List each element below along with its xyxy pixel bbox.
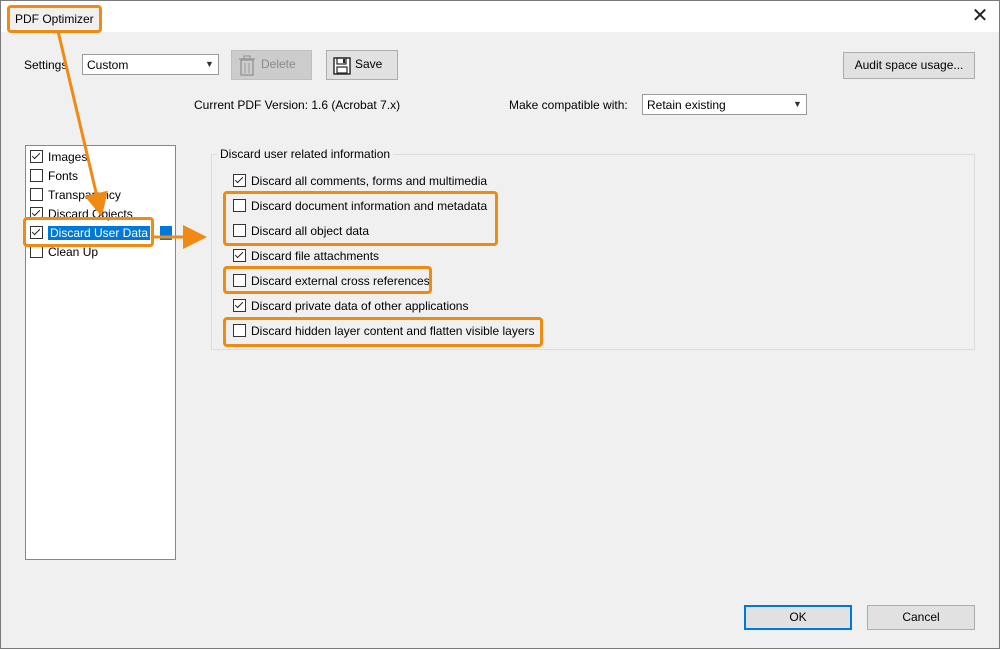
- option-discard-private-data[interactable]: Discard private data of other applicatio…: [233, 297, 468, 315]
- chevron-down-icon: ▼: [200, 55, 218, 74]
- annotation-highlight-info-and-object-data: [223, 191, 498, 246]
- category-label: Transparency: [48, 188, 121, 202]
- option-discard-file-attachments[interactable]: Discard file attachments: [233, 247, 379, 265]
- category-item-fonts[interactable]: Fonts: [30, 167, 78, 185]
- cancel-button[interactable]: Cancel: [867, 605, 975, 630]
- settings-value: Custom: [87, 58, 129, 72]
- settings-dropdown[interactable]: Custom ▼: [82, 54, 219, 75]
- fonts-checkbox[interactable]: [30, 169, 43, 182]
- title-bar: PDF Optimizer ✕: [1, 1, 999, 33]
- category-list: Images Fonts Transparency Discard Object…: [25, 145, 176, 560]
- close-icon[interactable]: ✕: [969, 5, 991, 27]
- category-item-images[interactable]: Images: [30, 148, 87, 166]
- option-label: Discard all comments, forms and multimed…: [251, 174, 488, 188]
- selection-highlight: [160, 226, 173, 240]
- transparency-checkbox[interactable]: [30, 188, 43, 201]
- group-title: Discard user related information: [217, 147, 394, 161]
- category-label: Clean Up: [48, 245, 99, 259]
- chevron-down-icon: ▼: [788, 95, 806, 114]
- checkbox[interactable]: [233, 249, 246, 262]
- delete-label: Delete: [261, 57, 296, 71]
- images-checkbox[interactable]: [30, 150, 43, 163]
- checkbox[interactable]: [233, 174, 246, 187]
- window-title: PDF Optimizer: [7, 5, 102, 33]
- save-label: Save: [355, 57, 383, 71]
- settings-label: Settings: [24, 58, 68, 72]
- option-label: Discard file attachments: [251, 249, 380, 263]
- option-discard-comments[interactable]: Discard all comments, forms and multimed…: [233, 172, 487, 190]
- compatibility-dropdown[interactable]: Retain existing ▼: [642, 94, 807, 115]
- save-button[interactable]: Save: [326, 50, 398, 80]
- annotation-highlight-hidden-layers: [223, 317, 543, 347]
- delete-button[interactable]: Delete: [231, 50, 312, 80]
- option-label: Discard private data of other applicatio…: [251, 299, 469, 313]
- compatibility-label: Make compatible with:: [509, 98, 628, 112]
- pdf-optimizer-dialog: PDF Optimizer ✕ Settings Custom ▼ Delete…: [0, 0, 1000, 649]
- annotation-highlight-selected-category: [23, 217, 154, 247]
- floppy-disk-icon: [333, 57, 351, 75]
- checkbox[interactable]: [233, 299, 246, 312]
- annotation-highlight-cross-references: [223, 266, 432, 294]
- ok-button[interactable]: OK: [744, 605, 852, 630]
- category-item-transparency[interactable]: Transparency: [30, 186, 121, 204]
- category-label: Fonts: [48, 169, 79, 183]
- trash-icon: [239, 55, 255, 76]
- current-pdf-version: Current PDF Version: 1.6 (Acrobat 7.x): [194, 98, 401, 112]
- audit-space-usage-button[interactable]: Audit space usage...: [843, 52, 975, 79]
- compatibility-value: Retain existing: [647, 98, 726, 112]
- category-label: Images: [48, 150, 88, 164]
